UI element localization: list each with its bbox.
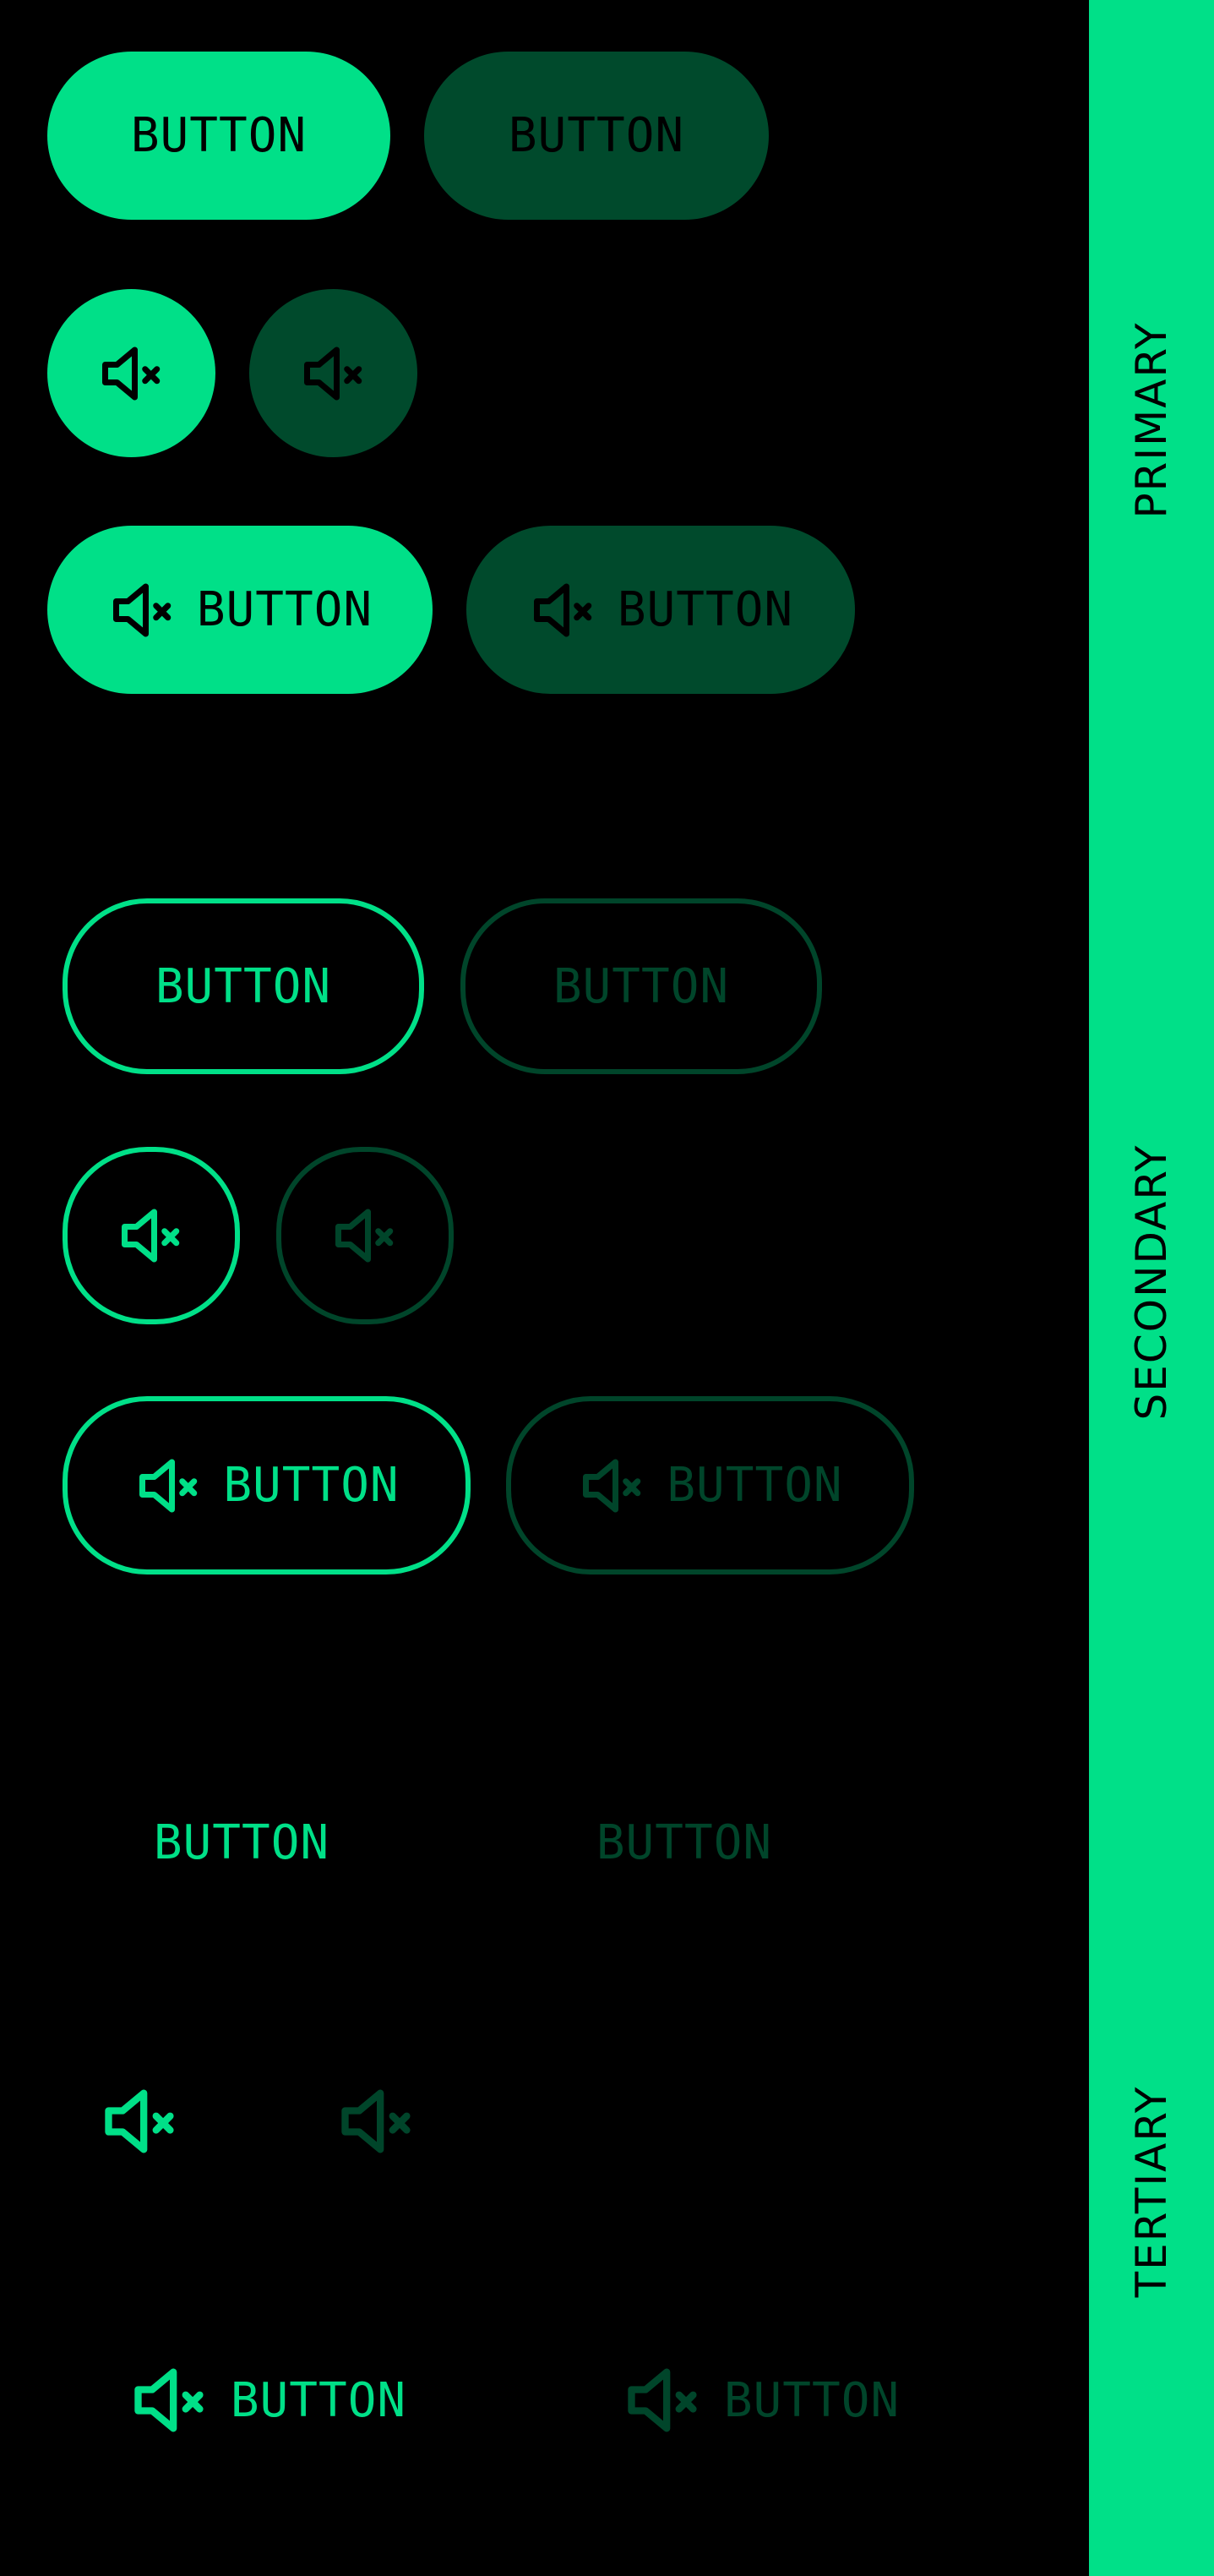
primary-icon-text-button[interactable]: BUTTON [47, 526, 433, 694]
tertiary-icon-text-button[interactable]: BUTTON [81, 2358, 453, 2442]
primary-button[interactable]: BUTTON [47, 52, 390, 220]
secondary-icon-text-button-disabled[interactable]: BUTTON [506, 1396, 914, 1575]
button-label: BUTTON [130, 108, 308, 163]
speaker-muted-icon [341, 2089, 411, 2153]
section-label-tertiary: TERTIARY [1127, 2085, 1176, 2298]
primary-icon-button[interactable] [47, 289, 215, 457]
secondary-icon-button[interactable] [63, 1147, 240, 1324]
speaker-muted-icon [628, 2368, 697, 2432]
primary-button-disabled[interactable]: BUTTON [424, 52, 769, 220]
button-label: BUTTON [667, 1458, 843, 1513]
speaker-muted-icon [533, 583, 592, 636]
tertiary-button-disabled[interactable]: BUTTON [541, 1800, 828, 1885]
tertiary-icon-text-button-disabled[interactable]: BUTTON [574, 2358, 946, 2442]
speaker-muted-icon [335, 1209, 394, 1263]
speaker-muted-icon [134, 2368, 204, 2432]
section-sidebar: PRIMARY SECONDARY TERTIARY [1089, 0, 1214, 2576]
speaker-muted-icon [101, 347, 160, 400]
secondary-icon-button-disabled[interactable] [276, 1147, 454, 1324]
button-label: BUTTON [553, 958, 730, 1014]
section-label-secondary: SECONDARY [1127, 1143, 1176, 1421]
section-label-primary: PRIMARY [1127, 321, 1176, 519]
secondary-button-disabled[interactable]: BUTTON [460, 898, 822, 1074]
tertiary-icon-button[interactable] [90, 2079, 191, 2164]
speaker-muted-icon [303, 347, 362, 400]
button-label: BUTTON [230, 2372, 407, 2428]
speaker-muted-icon [122, 1209, 180, 1263]
button-showcase: PRIMARY SECONDARY TERTIARY BUTTON BUTTON… [0, 0, 1214, 2576]
speaker-muted-icon [112, 583, 171, 636]
secondary-icon-text-button[interactable]: BUTTON [63, 1396, 471, 1575]
button-label: BUTTON [723, 2372, 901, 2428]
tertiary-icon-button-disabled[interactable] [326, 2079, 427, 2164]
primary-icon-text-button-disabled[interactable]: BUTTON [466, 526, 855, 694]
speaker-muted-icon [583, 1459, 641, 1512]
button-label: BUTTON [508, 108, 685, 163]
speaker-muted-icon [105, 2089, 174, 2153]
tertiary-button[interactable]: BUTTON [98, 1800, 385, 1885]
speaker-muted-icon [139, 1459, 198, 1512]
primary-icon-button-disabled[interactable] [249, 289, 417, 457]
button-label: BUTTON [223, 1458, 400, 1513]
button-label: BUTTON [196, 582, 373, 637]
button-label: BUTTON [617, 582, 794, 637]
secondary-button[interactable]: BUTTON [63, 898, 424, 1074]
button-label: BUTTON [155, 958, 332, 1014]
button-label: BUTTON [596, 1815, 773, 1870]
button-label: BUTTON [153, 1815, 330, 1870]
